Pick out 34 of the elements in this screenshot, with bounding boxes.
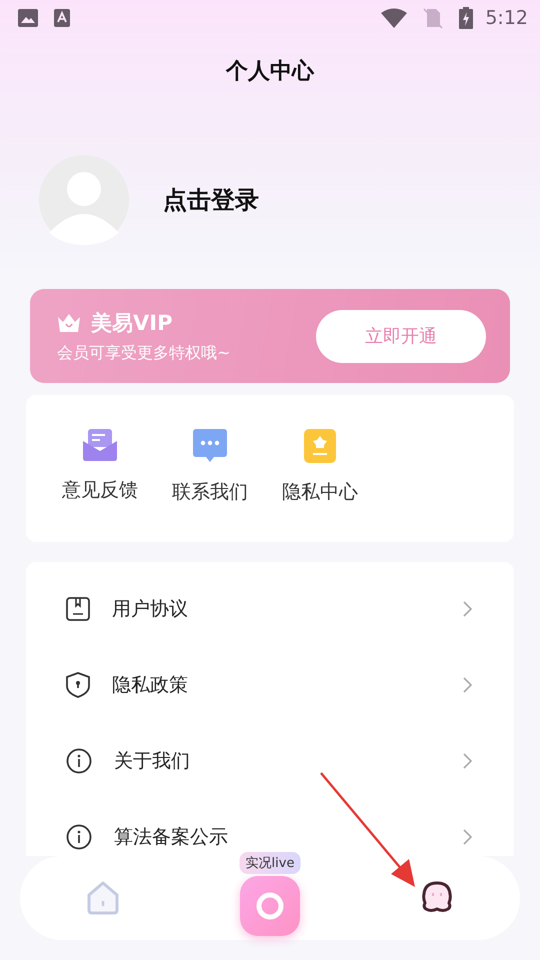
ghost-icon[interactable]: [420, 881, 453, 915]
home-icon[interactable]: [86, 881, 120, 915]
login-link[interactable]: 点击登录: [163, 184, 259, 216]
chevron-right-icon: [463, 677, 472, 693]
info-icon: [66, 748, 92, 774]
battery-icon: [459, 7, 474, 29]
chat-icon: [193, 429, 227, 463]
shortcut-item[interactable]: 联系我们: [172, 429, 248, 542]
document-icon: [66, 597, 90, 621]
menu-item[interactable]: 隐私政策: [26, 668, 514, 702]
envelope-icon: [83, 429, 117, 461]
chevron-right-icon: [463, 829, 472, 845]
ring-icon: [256, 892, 284, 920]
live-badge: 实况live: [240, 852, 300, 874]
vip-subtitle: 会员可享受更多特权哦~: [57, 342, 230, 364]
menu-item[interactable]: 算法备案公示: [26, 820, 514, 854]
crown-icon: [57, 312, 81, 332]
shield-icon: [66, 672, 90, 698]
menu-item[interactable]: 用户协议: [26, 592, 514, 626]
shortcut-item[interactable]: 意见反馈: [62, 429, 138, 542]
wifi-icon: [381, 8, 408, 28]
chevron-right-icon: [463, 601, 472, 617]
chevron-right-icon: [463, 753, 472, 769]
font-icon: [54, 9, 70, 27]
clock-time: 5:12: [485, 7, 528, 29]
image-icon: [18, 9, 38, 27]
vip-title: 美易VIP: [91, 310, 172, 336]
camera-button[interactable]: [240, 876, 300, 936]
info-icon: [66, 824, 92, 850]
badge-icon: [304, 429, 336, 463]
menu-item[interactable]: 关于我们: [26, 744, 514, 778]
no-sim-icon: [423, 7, 444, 29]
shortcut-item[interactable]: 隐私中心: [282, 429, 358, 542]
page-title: 个人中心: [226, 58, 314, 86]
